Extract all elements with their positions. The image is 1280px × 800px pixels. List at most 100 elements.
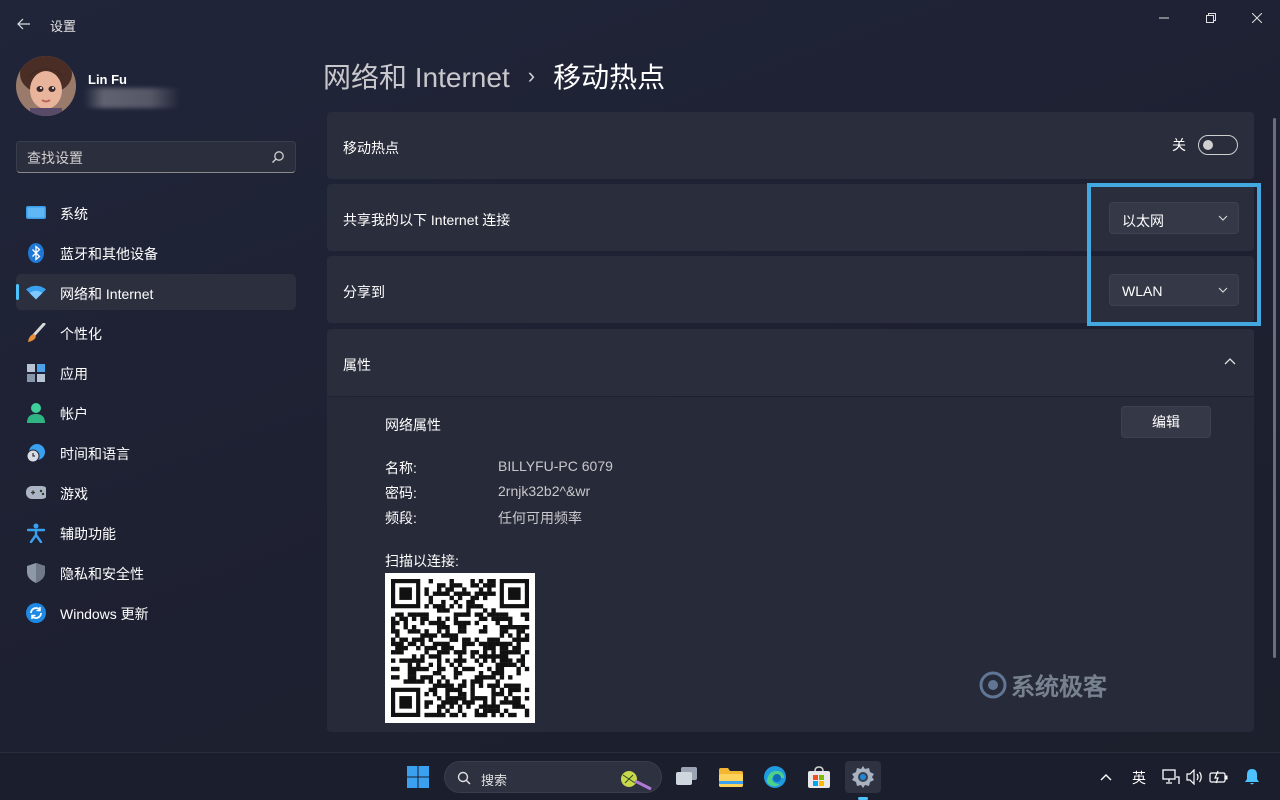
sidebar-item-label: 隐私和安全性 xyxy=(60,566,144,582)
search-highlight-icon xyxy=(621,771,652,791)
taskbar: 搜索 英 xyxy=(0,752,1280,800)
hotspot-toggle-group: 关 xyxy=(1172,135,1238,155)
sidebar-item-label: 时间和语言 xyxy=(60,446,130,462)
sidebar-item-apps[interactable]: 应用 xyxy=(16,354,296,390)
search-icon xyxy=(272,151,284,163)
network-properties-label: 网络属性 xyxy=(385,417,441,433)
qr-code xyxy=(385,573,535,723)
scan-to-connect-label: 扫描以连接: xyxy=(385,553,459,569)
minimize-button[interactable] xyxy=(1141,4,1187,32)
edge-icon xyxy=(764,766,786,788)
breadcrumb: 网络和 Internet › 移动热点 xyxy=(323,58,665,94)
brush-icon xyxy=(26,323,46,343)
start-button[interactable] xyxy=(400,761,436,793)
sidebar-item-windows-update[interactable]: Windows 更新 xyxy=(16,594,296,630)
user-profile[interactable]: Lin Fu xyxy=(16,56,296,120)
highlight-annotation xyxy=(1087,183,1261,326)
ime-indicator[interactable]: 英 xyxy=(1132,768,1146,788)
task-view-button[interactable] xyxy=(669,761,705,793)
sidebar-item-accessibility[interactable]: 辅助功能 xyxy=(16,514,296,550)
sidebar-item-label: 系统 xyxy=(60,206,88,222)
taskbar-search-label: 搜索 xyxy=(481,773,508,788)
share-to-label: 分享到 xyxy=(343,284,385,300)
properties-body: 网络属性 编辑 名称: BILLYFU-PC 6079 密码: 2rnjk32b… xyxy=(327,397,1254,732)
store-icon xyxy=(808,766,830,788)
taskbar-search[interactable]: 搜索 xyxy=(444,761,662,793)
properties-header[interactable]: 属性 xyxy=(327,329,1254,396)
notifications-button[interactable] xyxy=(1238,761,1266,793)
settings-taskbar-button[interactable] xyxy=(845,761,881,793)
sidebar-item-label: 游戏 xyxy=(60,486,88,502)
gamepad-icon xyxy=(26,483,46,503)
scrollbar[interactable] xyxy=(1273,118,1276,658)
windows-logo-icon xyxy=(407,766,429,788)
volume-tray-button[interactable] xyxy=(1182,761,1208,793)
sidebar-item-privacy[interactable]: 隐私和安全性 xyxy=(16,554,296,590)
volume-icon xyxy=(1186,769,1202,785)
accessibility-icon xyxy=(26,523,46,543)
sidebar-item-time-language[interactable]: 时间和语言 xyxy=(16,434,296,470)
back-arrow-icon xyxy=(17,18,30,30)
back-button[interactable] xyxy=(10,10,38,38)
account-icon xyxy=(26,403,46,423)
sidebar-item-label: Windows 更新 xyxy=(60,606,149,622)
bluetooth-icon xyxy=(26,243,46,263)
restore-icon xyxy=(1206,13,1216,23)
watermark: 系统极客 xyxy=(979,667,1107,702)
time-language-icon xyxy=(26,443,46,463)
sidebar-item-system[interactable]: 系统 xyxy=(16,194,296,230)
sidebar-item-label: 辅助功能 xyxy=(60,526,116,542)
sidebar-item-label: 帐户 xyxy=(60,406,88,422)
toggle-state-text: 关 xyxy=(1172,137,1186,153)
name-value: BILLYFU-PC 6079 xyxy=(498,458,613,474)
toggle-knob xyxy=(1203,140,1213,150)
hotspot-card: 移动热点 关 xyxy=(327,112,1254,179)
title-bar: 设置 xyxy=(0,0,1280,48)
microsoft-store-button[interactable] xyxy=(801,761,837,793)
sidebar-item-network[interactable]: 网络和 Internet xyxy=(16,274,296,310)
edge-browser-button[interactable] xyxy=(757,761,793,793)
sidebar-item-personalization[interactable]: 个性化 xyxy=(16,314,296,350)
band-label: 频段: xyxy=(385,510,417,526)
ethernet-icon xyxy=(1162,769,1180,784)
breadcrumb-parent[interactable]: 网络和 Internet xyxy=(323,56,510,96)
sidebar-item-gaming[interactable]: 游戏 xyxy=(16,474,296,510)
sidebar-item-label: 个性化 xyxy=(60,326,102,342)
gear-icon xyxy=(852,766,874,788)
chevron-up-icon xyxy=(1100,774,1112,781)
bell-icon xyxy=(1245,769,1259,785)
sidebar-item-label: 应用 xyxy=(60,366,88,382)
share-from-label: 共享我的以下 Internet 连接 xyxy=(343,212,511,228)
user-email-blurred xyxy=(84,88,180,108)
folder-icon xyxy=(719,768,743,787)
battery-tray-button[interactable] xyxy=(1206,761,1232,793)
sidebar-item-accounts[interactable]: 帐户 xyxy=(16,394,296,430)
password-label: 密码: xyxy=(385,485,417,501)
name-label: 名称: xyxy=(385,460,417,476)
sidebar-item-bluetooth[interactable]: 蓝牙和其他设备 xyxy=(16,234,296,270)
edit-button[interactable]: 编辑 xyxy=(1121,406,1211,438)
minimize-icon xyxy=(1159,17,1169,19)
settings-window: 设置 Lin Fu 查找设置 系统 蓝牙和其他设备 网络和 Internet 个… xyxy=(0,0,1280,752)
update-icon xyxy=(26,603,46,623)
chevron-up-icon[interactable] xyxy=(1224,357,1236,367)
close-button[interactable] xyxy=(1234,4,1280,32)
sidebar-item-label: 蓝牙和其他设备 xyxy=(60,246,158,262)
avatar xyxy=(16,56,76,116)
sidebar-nav: 系统 蓝牙和其他设备 网络和 Internet 个性化 应用 帐户 时间和语言 xyxy=(16,194,296,634)
settings-search[interactable] xyxy=(16,141,296,173)
password-value: 2rnjk32b2^&wr xyxy=(498,483,591,499)
file-explorer-button[interactable] xyxy=(713,761,749,793)
network-tray-button[interactable] xyxy=(1158,761,1184,793)
restore-button[interactable] xyxy=(1188,4,1234,32)
shield-icon xyxy=(26,563,46,583)
hotspot-toggle[interactable] xyxy=(1198,135,1238,155)
wifi-icon xyxy=(26,283,46,303)
task-view-icon xyxy=(676,767,697,785)
band-value: 任何可用频率 xyxy=(498,510,582,526)
properties-title: 属性 xyxy=(343,357,371,373)
search-input[interactable] xyxy=(27,148,257,168)
apps-icon xyxy=(26,363,46,383)
page-title: 移动热点 xyxy=(553,62,666,93)
show-hidden-icons-button[interactable] xyxy=(1090,761,1122,793)
